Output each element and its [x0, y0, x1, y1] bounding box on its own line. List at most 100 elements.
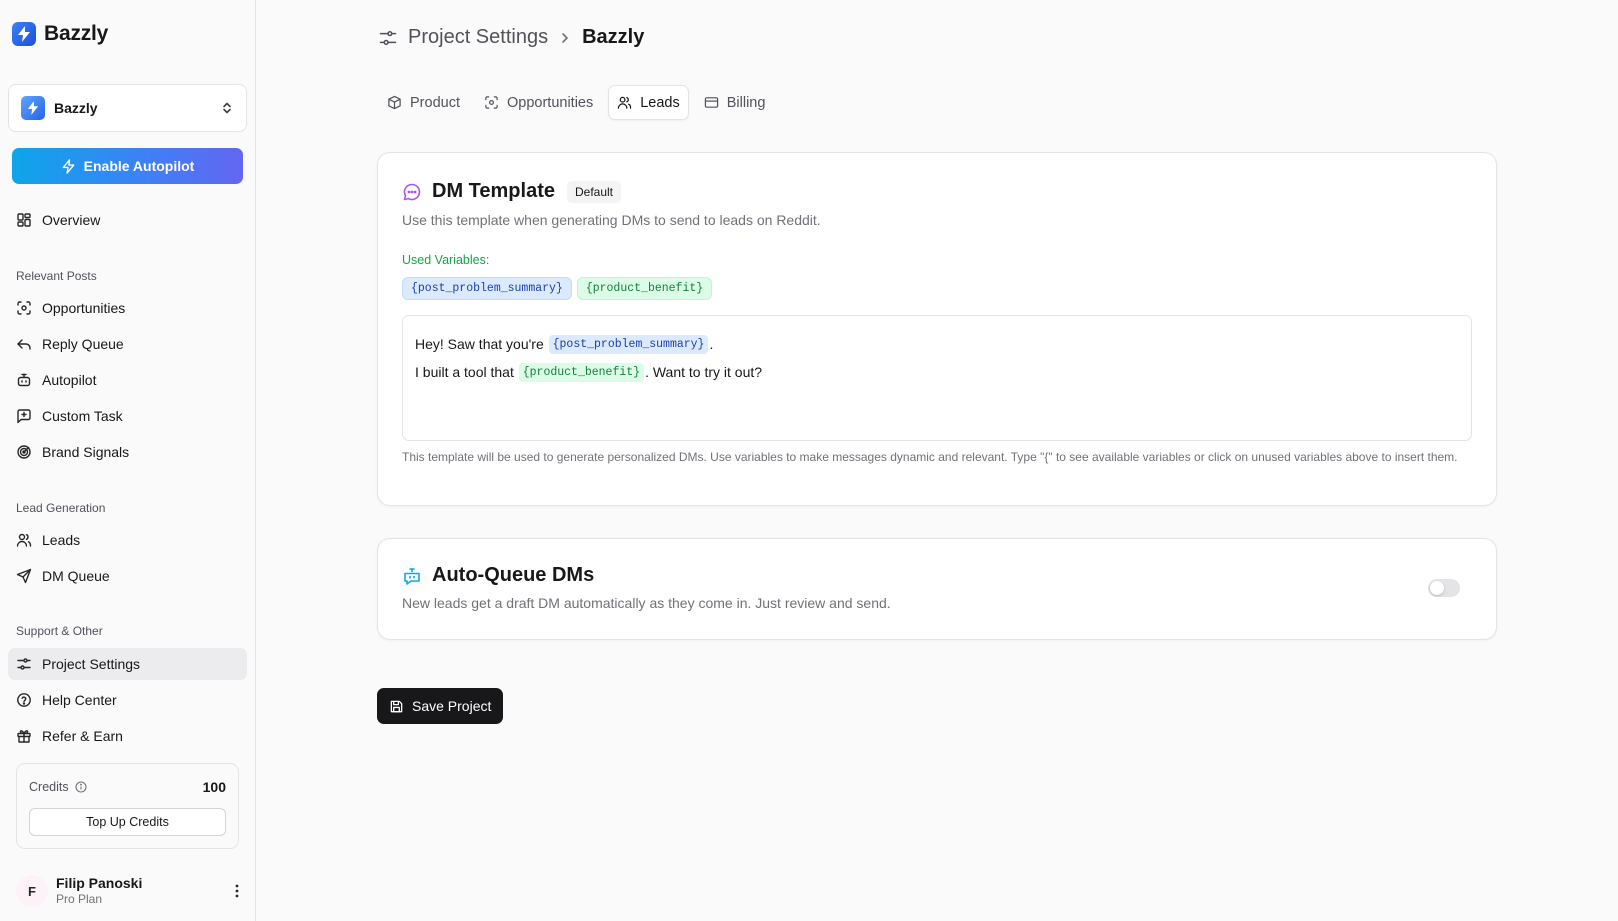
radar-icon [16, 444, 32, 460]
editor-line-1: Hey! Saw that you're {post_problem_summa… [415, 330, 1459, 358]
tab-billing[interactable]: Billing [695, 85, 775, 120]
zap-icon [61, 158, 76, 174]
variable-chips: {post_problem_summary} {product_benefit} [402, 277, 713, 300]
user-info: Filip Panoski Pro Plan [56, 875, 219, 906]
line1-text-after: . [709, 336, 714, 352]
scan-eye-icon [484, 95, 499, 110]
package-icon [387, 95, 402, 110]
nav-project-settings-label: Project Settings [42, 656, 141, 672]
nav-overview[interactable]: Overview [8, 204, 247, 236]
app-name: Bazzly [44, 22, 109, 45]
credits-label: Credits [29, 780, 69, 794]
nav-reply-queue[interactable]: Reply Queue [8, 328, 247, 360]
credits-card: Credits 100 Top Up Credits [16, 763, 239, 849]
tab-opportunities[interactable]: Opportunities [475, 85, 602, 120]
avatar: F [16, 875, 48, 907]
nav-reply-queue-label: Reply Queue [42, 336, 124, 352]
dm-template-editor[interactable]: Hey! Saw that you're {post_problem_summa… [402, 315, 1472, 441]
settings-sliders-icon [378, 28, 398, 48]
auto-queue-toggle[interactable] [1428, 579, 1460, 597]
nav-opportunities[interactable]: Opportunities [8, 292, 247, 324]
nav-custom-task[interactable]: Custom Task [8, 400, 247, 432]
used-variables-label: Used Variables: [402, 253, 490, 267]
gift-icon [16, 728, 32, 744]
nav-brand-signals-label: Brand Signals [42, 444, 130, 460]
users-icon [16, 532, 32, 548]
nav-opportunities-label: Opportunities [42, 300, 126, 316]
toggle-knob [1430, 581, 1444, 595]
nav-dm-queue-label: DM Queue [42, 568, 110, 584]
inline-variable-post-problem-summary: {post_problem_summary} [548, 334, 709, 354]
nav-help-center[interactable]: Help Center [8, 684, 247, 716]
dm-template-card: DM Template Default Use this template wh… [377, 152, 1497, 506]
reply-icon [16, 336, 32, 352]
nav-custom-task-label: Custom Task [42, 408, 123, 424]
message-circle-icon [402, 182, 422, 202]
line2-text-before: I built a tool that [415, 364, 518, 380]
sidebar: Bazzly Bazzly Enable Autopilot Overview … [0, 0, 256, 921]
nav-project-settings[interactable]: Project Settings [8, 648, 247, 680]
user-plan: Pro Plan [56, 892, 103, 907]
app-logo[interactable]: Bazzly [12, 22, 108, 46]
tab-product[interactable]: Product [378, 85, 469, 120]
auto-queue-card: Auto-Queue DMs New leads get a draft DM … [377, 538, 1497, 640]
user-name: Filip Panoski [56, 875, 143, 892]
tab-leads-label: Leads [640, 94, 680, 111]
tab-product-label: Product [410, 94, 460, 111]
section-support-other: Support & Other [16, 624, 103, 638]
auto-queue-description: New leads get a draft DM automatically a… [402, 595, 891, 611]
users-icon [617, 95, 632, 110]
save-project-label: Save Project [412, 698, 492, 714]
tab-opportunities-label: Opportunities [506, 94, 594, 111]
nav-leads[interactable]: Leads [8, 524, 247, 556]
breadcrumb: Project Settings Bazzly [378, 26, 644, 49]
layout-grid-icon [16, 212, 32, 228]
message-square-plus-icon [16, 408, 32, 424]
nav-brand-signals[interactable]: Brand Signals [8, 436, 247, 468]
nav-leads-label: Leads [42, 532, 81, 548]
breadcrumb-parent[interactable]: Project Settings [408, 26, 548, 49]
nav-help-center-label: Help Center [42, 692, 117, 708]
variable-chip-product-benefit[interactable]: {product_benefit} [576, 277, 713, 300]
section-relevant-posts: Relevant Posts [16, 269, 97, 283]
template-hint: This template will be used to generate p… [402, 450, 1458, 464]
send-icon [16, 568, 32, 584]
credits-label-wrap: Credits [29, 780, 87, 794]
line2-text-after: . Want to try it out? [645, 364, 763, 380]
more-vertical-icon[interactable] [227, 881, 247, 901]
editor-line-2: I built a tool that {product_benefit}. W… [415, 358, 1459, 386]
tab-leads[interactable]: Leads [608, 85, 689, 120]
project-switcher[interactable]: Bazzly [8, 84, 247, 132]
bot-message-icon [402, 566, 422, 586]
variable-chip-post-problem-summary[interactable]: {post_problem_summary} [402, 277, 572, 300]
credit-card-icon [704, 95, 719, 110]
settings-tabs: Product Opportunities Leads Billing [378, 85, 774, 120]
nav-refer-earn-label: Refer & Earn [42, 728, 123, 744]
bot-icon [16, 372, 32, 388]
info-icon[interactable] [75, 781, 87, 793]
user-profile[interactable]: F Filip Panoski Pro Plan [16, 873, 247, 909]
inline-variable-product-benefit: {product_benefit} [518, 362, 645, 382]
auto-queue-title-row: Auto-Queue DMs [402, 564, 594, 587]
save-project-button[interactable]: Save Project [377, 688, 504, 724]
nav-autopilot-label: Autopilot [42, 372, 97, 388]
page-title: Bazzly [582, 26, 645, 48]
project-name: Bazzly [54, 100, 98, 116]
enable-autopilot-label: Enable Autopilot [83, 158, 195, 174]
nav-autopilot[interactable]: Autopilot [8, 364, 247, 396]
dm-template-title-row: DM Template Default [402, 180, 622, 203]
tab-billing-label: Billing [726, 94, 766, 111]
dm-template-description: Use this template when generating DMs to… [402, 212, 821, 228]
auto-queue-title: Auto-Queue DMs [432, 564, 595, 586]
lightning-icon [12, 22, 36, 46]
credits-value: 100 [202, 779, 226, 795]
nav-refer-earn[interactable]: Refer & Earn [8, 720, 247, 752]
save-icon [389, 699, 404, 714]
nav-dm-queue[interactable]: DM Queue [8, 560, 247, 592]
section-lead-generation: Lead Generation [16, 501, 106, 515]
dm-template-title: DM Template [432, 180, 555, 202]
default-badge: Default [566, 180, 622, 203]
enable-autopilot-button[interactable]: Enable Autopilot [12, 148, 243, 184]
top-up-credits-button[interactable]: Top Up Credits [29, 808, 226, 836]
settings-sliders-icon [16, 656, 32, 672]
